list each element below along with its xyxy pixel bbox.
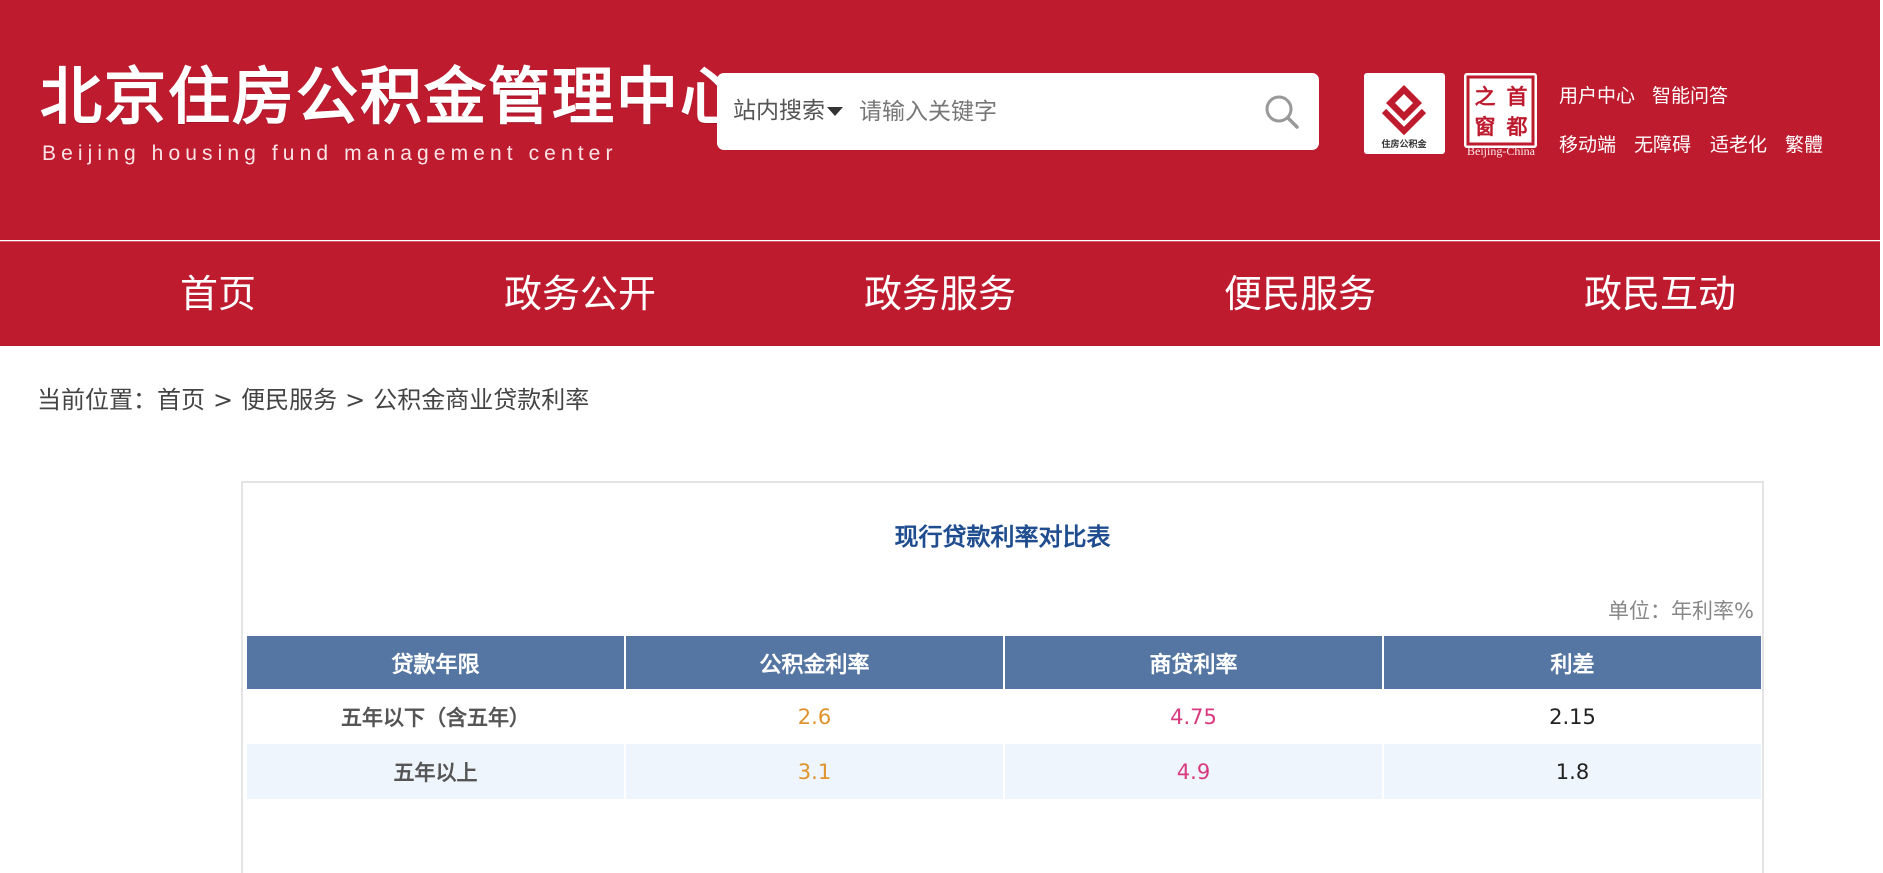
- header-fund-rate: 公积金利率: [626, 636, 1003, 689]
- site-title[interactable]: 北京住房公积金管理中心: [40, 60, 744, 134]
- housing-fund-emblem-icon: 住房公积金: [1381, 85, 1427, 150]
- link-smart-qa[interactable]: 智能问答: [1652, 84, 1728, 108]
- link-elderly-mode[interactable]: 适老化: [1710, 133, 1767, 157]
- breadcrumb: 当前位置：首页 > 便民服务 > 公积金商业贷款利率: [37, 384, 589, 416]
- housing-fund-logo-text: 住房公积金: [1381, 138, 1427, 150]
- page: 北京住房公积金管理中心 Beijing housing fund managem…: [0, 0, 1883, 873]
- site-subtitle: Beijing housing fund management center: [42, 142, 618, 165]
- breadcrumb-separator: >: [345, 386, 366, 414]
- header-rate-difference: 利差: [1384, 636, 1761, 689]
- breadcrumb-prefix: 当前位置：: [37, 386, 157, 414]
- header-commercial-rate: 商贷利率: [1005, 636, 1382, 689]
- main-nav: 首页 政务公开 政务服务 便民服务 政民互动: [0, 241, 1880, 346]
- cell-loan-term: 五年以上: [247, 744, 624, 799]
- nav-item-public-services[interactable]: 便民服务: [1224, 242, 1376, 347]
- breadcrumb-home[interactable]: 首页: [157, 384, 205, 416]
- cell-fund-rate: 3.1: [626, 744, 1003, 799]
- table-row: 五年以上 3.1 4.9 1.8: [247, 744, 1761, 799]
- cell-loan-term: 五年以下（含五年）: [341, 705, 530, 730]
- cell-rate-difference: 1.8: [1384, 744, 1761, 799]
- link-mobile[interactable]: 移动端: [1559, 133, 1616, 157]
- table-title: 现行贷款利率对比表: [894, 523, 1111, 551]
- search-box: 站内搜索: [717, 73, 1319, 150]
- unit-note: 单位：年利率%: [1608, 599, 1754, 623]
- search-input[interactable]: [859, 91, 1239, 133]
- site-header: 北京住房公积金管理中心 Beijing housing fund managem…: [0, 0, 1880, 240]
- rate-table: 贷款年限 公积金利率 商贷利率 利差 五年以下（含五年） 2.6 4.75 2.…: [245, 636, 1763, 799]
- link-user-center[interactable]: 用户中心: [1559, 84, 1635, 108]
- search-icon[interactable]: [1263, 93, 1301, 131]
- nav-item-interaction[interactable]: 政民互动: [1584, 242, 1736, 347]
- cell-fund-rate: 2.6: [797, 704, 832, 729]
- link-accessibility[interactable]: 无障碍: [1634, 133, 1691, 157]
- rate-comparison-panel: 现行贷款利率对比表 单位：年利率% 贷款年限 公积金利率 商贷利率 利差 五年以…: [241, 481, 1764, 873]
- breadcrumb-current: 公积金商业贷款利率: [373, 386, 590, 414]
- table-row: 五年以下（含五年） 2.6 4.75 2.15: [247, 689, 1761, 744]
- search-scope-label: 站内搜索: [733, 98, 825, 124]
- nav-item-government-services[interactable]: 政务服务: [864, 242, 1016, 347]
- header-loan-term: 贷款年限: [247, 636, 624, 689]
- caret-down-icon[interactable]: [827, 107, 843, 116]
- seal-char-4: 窗: [1475, 114, 1496, 139]
- seal-char-3: 之: [1475, 84, 1496, 109]
- cell-rate-difference: 2.15: [1549, 704, 1596, 729]
- breadcrumb-public-services[interactable]: 便民服务: [241, 384, 337, 416]
- cell-commercial-rate: 4.75: [1170, 704, 1217, 729]
- nav-item-government-affairs[interactable]: 政务公开: [504, 242, 656, 347]
- cell-commercial-rate: 4.9: [1005, 744, 1382, 799]
- housing-fund-logo[interactable]: 住房公积金: [1364, 73, 1445, 154]
- search-scope-select[interactable]: 站内搜索: [733, 73, 825, 150]
- seal-char-1: 首: [1507, 84, 1528, 109]
- link-traditional-chinese[interactable]: 繁體: [1785, 133, 1823, 157]
- capital-window-caption: Beijing-China: [1467, 144, 1535, 158]
- capital-window-seal-icon: 首 都 之 窗: [1466, 75, 1535, 146]
- capital-window-logo[interactable]: 首 都 之 窗: [1464, 73, 1537, 148]
- seal-char-2: 都: [1506, 114, 1528, 139]
- table-header-row: 贷款年限 公积金利率 商贷利率 利差: [247, 636, 1761, 689]
- nav-item-home[interactable]: 首页: [180, 242, 256, 347]
- breadcrumb-separator: >: [213, 386, 234, 414]
